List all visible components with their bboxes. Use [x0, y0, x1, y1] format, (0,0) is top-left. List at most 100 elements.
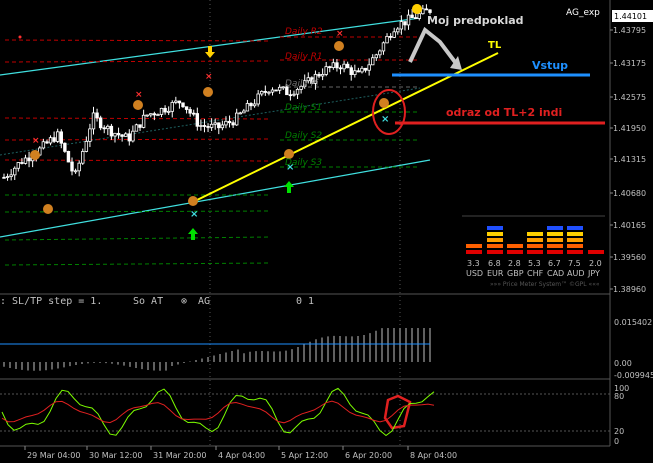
status-symbol: AG — [198, 296, 210, 307]
candle-body — [141, 114, 146, 128]
pivot-label: Daily R1 — [285, 52, 323, 62]
osc1-label-zero: 0.00 — [614, 359, 632, 368]
panel-frames — [0, 0, 611, 447]
candle-body — [23, 157, 28, 164]
meter-bar — [547, 244, 563, 248]
candle-body — [413, 17, 418, 20]
meter-bar — [487, 232, 503, 236]
candle-body — [345, 63, 350, 69]
candle-body — [127, 133, 131, 142]
candle-body — [245, 103, 250, 112]
meter-bar — [547, 250, 563, 254]
price-axis-label: 1.38960 — [613, 285, 646, 294]
candle-body — [120, 134, 124, 137]
candle-body — [109, 125, 114, 137]
candle-body — [399, 21, 404, 30]
candle-body — [174, 100, 178, 103]
candle-body — [353, 70, 357, 75]
status-mode: So AT — [133, 296, 163, 307]
time-axis-label: 31 Mar 20:00 — [153, 451, 206, 460]
cancel-icon[interactable]: ⊗ — [181, 296, 187, 307]
osc2-label-0: 0 — [614, 437, 619, 446]
candle-body — [124, 133, 128, 137]
candle-body — [106, 125, 110, 130]
pivot-label: Daily Pi — [285, 79, 319, 89]
candle-body — [360, 67, 364, 73]
price-axis-label: 1.41315 — [613, 155, 646, 164]
candle-body — [292, 93, 296, 96]
candle-body — [363, 67, 368, 71]
candle-body — [152, 113, 157, 116]
candle-body — [378, 50, 382, 56]
meter-bar — [547, 232, 563, 236]
signal-markers: ××××××× — [18, 4, 422, 240]
oscillator2-fast-line — [1, 387, 435, 437]
pivot-line-old — [4, 39, 271, 42]
candle-body — [428, 9, 432, 13]
meter-value: 2.8 — [508, 259, 521, 268]
candle-body — [220, 124, 225, 129]
candles[interactable] — [2, 4, 432, 181]
meter-currency: JPY — [587, 269, 600, 278]
meter-value: 7.5 — [568, 259, 581, 268]
candle-body — [260, 91, 264, 95]
osc1-label-bottom: -0.009945 — [614, 371, 653, 380]
candle-body — [98, 117, 103, 129]
osc2-label-80: 80 — [614, 392, 624, 401]
candle-body — [417, 13, 421, 19]
annotation-bounce: odraz od TL+2 indi — [446, 106, 562, 119]
candle-body — [231, 122, 235, 126]
candle-body — [381, 42, 386, 52]
candle-body — [267, 91, 271, 94]
candle-body — [374, 54, 379, 59]
down-arrow-icon — [205, 46, 215, 58]
fractal-marker-current — [412, 4, 422, 14]
meter-bar — [466, 244, 482, 248]
candle-body — [48, 137, 53, 144]
price-meter-footer: »»» Price Meter System™ ©GPL ««« — [490, 281, 600, 288]
meter-bar — [507, 250, 523, 254]
candle-body — [45, 141, 49, 144]
price-axis-label: 1.43175 — [613, 59, 646, 68]
fractal-marker — [334, 41, 344, 51]
candle-body — [277, 86, 282, 91]
chart-window: × × × × × × × Daily R2 Daily R1 Daily Pi Daily S1… — [0, 0, 653, 463]
candle-body — [217, 122, 221, 129]
candle-body — [66, 150, 71, 163]
candle-body — [16, 162, 21, 169]
pivot-label: Daily S2 — [285, 131, 322, 141]
candle-body — [202, 125, 207, 127]
chart-canvas: ××××××× Daily R2Daily R1Daily PiDaily S1… — [0, 0, 653, 460]
candle-body — [27, 157, 31, 162]
candle-body — [224, 120, 228, 126]
meter-bar — [567, 226, 583, 230]
candle-body — [102, 127, 106, 130]
buy-x-marker: × — [190, 209, 198, 220]
candle-body — [342, 63, 346, 70]
candle-body — [113, 132, 117, 137]
meter-bar — [487, 226, 503, 230]
time-axis-label: 6 Apr 20:00 — [345, 451, 392, 460]
sell-x-marker: × — [32, 136, 40, 146]
meter-currency: GBP — [507, 269, 524, 278]
meter-bar — [507, 244, 523, 248]
meter-value: 6.8 — [488, 259, 501, 268]
candle-body — [371, 57, 375, 66]
candle-body — [63, 142, 67, 152]
meter-bar — [547, 238, 563, 242]
meter-currency: CHF — [527, 269, 544, 278]
candle-body — [367, 64, 371, 71]
candle-body — [41, 141, 46, 149]
oscillator2-slow-line — [1, 400, 435, 424]
meter-bar — [567, 250, 583, 254]
candle-body — [166, 110, 171, 113]
annotation-trendline: TL — [488, 40, 502, 51]
fractal-marker — [188, 196, 198, 206]
oscillator1-histogram — [3, 328, 431, 371]
time-axis: 29 Mar 04:00 30 Mar 12:00 31 Mar 20:00 4 Ap… — [24, 446, 457, 460]
osc2-label-20: 20 — [614, 427, 624, 436]
candle-body — [149, 113, 153, 116]
meter-bar — [527, 232, 543, 236]
candle-body — [91, 112, 96, 130]
pivot-label: Daily S1 — [285, 103, 322, 113]
